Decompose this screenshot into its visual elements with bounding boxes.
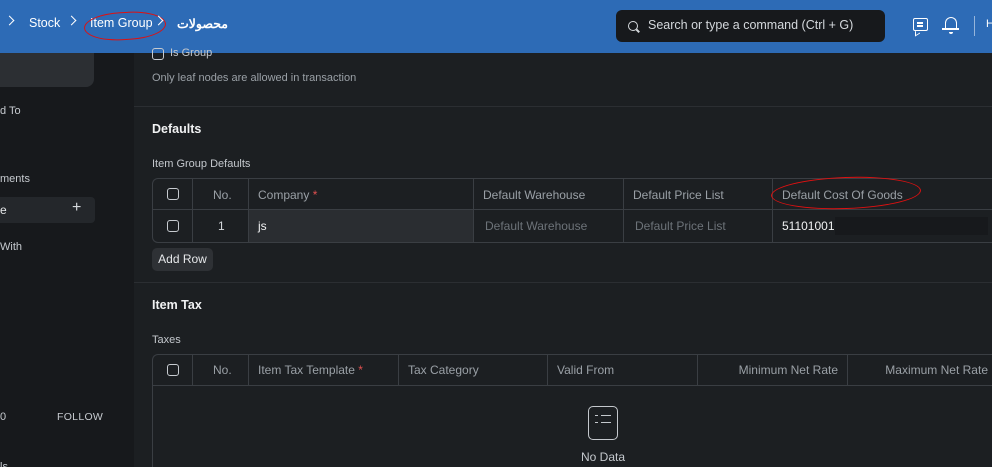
row-default-warehouse[interactable]: Default Warehouse <box>485 219 587 233</box>
col-item-tax-template: Item Tax Template * <box>258 363 363 377</box>
col-no: No. <box>213 188 232 202</box>
sidebar-followers-count: 0 <box>0 411 7 423</box>
select-all-checkbox[interactable] <box>167 188 179 200</box>
sidebar-bottom-fragment: ls <box>0 461 8 467</box>
col-default-price-list: Default Price List <box>633 188 724 202</box>
sidebar-tags-pill[interactable]: e + <box>0 197 95 223</box>
no-data-list-icon <box>588 406 618 440</box>
breadcrumb-current-doc[interactable]: محصولات <box>177 16 228 31</box>
breadcrumb-chevron-icon <box>4 15 15 26</box>
redacted-account-name <box>835 217 988 235</box>
navbar-divider <box>974 16 975 36</box>
user-avatar-initial[interactable]: H <box>986 18 992 30</box>
chat-icon[interactable] <box>913 18 928 31</box>
is-group-label: Is Group <box>170 47 213 59</box>
table-row[interactable]: 1 js Default Warehouse Default Price Lis… <box>153 210 992 242</box>
sidebar-attachments[interactable]: ments <box>0 173 30 185</box>
section-divider <box>134 106 992 107</box>
col-minimum-net-rate: Minimum Net Rate <box>738 363 838 377</box>
section-divider <box>134 282 992 283</box>
is-group-checkbox[interactable] <box>152 48 164 60</box>
taxes-table: No. Item Tax Template * Tax Category Val… <box>152 354 992 467</box>
item-group-defaults-label: Item Group Defaults <box>152 158 251 170</box>
row-company[interactable]: js <box>258 219 267 233</box>
breadcrumb-chevron-icon <box>66 15 77 26</box>
row-no: 1 <box>218 219 225 233</box>
follow-button[interactable]: FOLLOW <box>57 411 103 423</box>
taxes-table-header: No. Item Tax Template * Tax Category Val… <box>153 355 992 386</box>
no-data-text: No Data <box>581 450 626 464</box>
search-bar[interactable]: Search or type a command (Ctrl + G) <box>616 10 885 42</box>
notification-bell-icon[interactable] <box>942 17 959 34</box>
col-tax-category: Tax Category <box>408 363 479 377</box>
row-default-price-list[interactable]: Default Price List <box>635 219 726 233</box>
main-form: Is Group Only leaf nodes are allowed in … <box>134 47 992 467</box>
search-icon <box>628 21 638 31</box>
taxes-label: Taxes <box>152 334 181 346</box>
col-default-warehouse: Default Warehouse <box>483 188 586 202</box>
add-tag-plus-icon[interactable]: + <box>72 199 81 217</box>
col-maximum-net-rate: Maximum Net Rate <box>885 363 988 377</box>
sidebar-image-placeholder <box>0 53 94 87</box>
row-default-cost-of-goods[interactable]: 51101001 <box>782 219 835 233</box>
breadcrumb-stock[interactable]: Stock <box>29 16 60 30</box>
sidebar-tags-label: e <box>0 203 7 217</box>
search-placeholder: Search or type a command (Ctrl + G) <box>648 18 854 32</box>
annotation-circle-item-group <box>83 9 167 43</box>
select-all-checkbox[interactable] <box>167 364 179 376</box>
col-company: Company * <box>258 188 318 202</box>
add-row-button[interactable]: Add Row <box>152 248 213 271</box>
defaults-section-title[interactable]: Defaults <box>152 122 201 136</box>
navbar: Stock Item Group محصولات Search or type … <box>0 0 992 53</box>
is-group-hint: Only leaf nodes are allowed in transacti… <box>152 72 357 84</box>
item-tax-section-title[interactable]: Item Tax <box>152 298 202 312</box>
sidebar: d To ments e + With 0 FOLLOW ls <box>0 53 134 467</box>
sidebar-assigned-to[interactable]: d To <box>0 105 21 117</box>
sidebar-shared-with[interactable]: With <box>0 241 22 253</box>
col-valid-from: Valid From <box>557 363 615 377</box>
row-checkbox[interactable] <box>167 220 179 232</box>
col-no: No. <box>213 363 232 377</box>
